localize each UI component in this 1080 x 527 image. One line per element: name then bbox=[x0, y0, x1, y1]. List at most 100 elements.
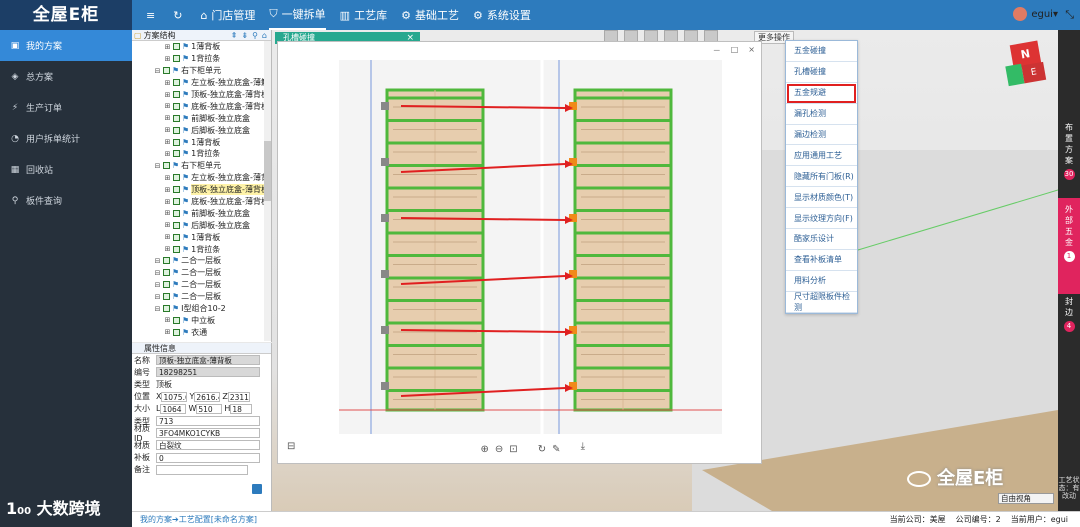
tree-node[interactable]: ⊞ ⚑ 衣通 bbox=[132, 326, 271, 338]
expand-icon[interactable]: ⊞ bbox=[164, 150, 171, 158]
checkbox[interactable] bbox=[173, 43, 180, 51]
expand-icon[interactable]: ⊞ bbox=[164, 209, 171, 217]
checkbox[interactable] bbox=[173, 150, 180, 158]
expand-icon[interactable]: ⊞ bbox=[164, 114, 171, 122]
tree-node[interactable]: ⊟ ⚑ 右下柜单元 bbox=[132, 65, 271, 77]
nav-basic-process[interactable]: ⚙ 基础工艺 bbox=[401, 0, 459, 30]
expand-icon[interactable]: ⊞ bbox=[164, 174, 171, 182]
view-cube[interactable]: N E bbox=[1002, 40, 1048, 87]
expand-icon[interactable]: ⊟ bbox=[154, 305, 161, 313]
tree-scrollbar[interactable] bbox=[264, 41, 271, 341]
edit-icon[interactable]: ✎ bbox=[552, 444, 560, 455]
tree-node[interactable]: ⊟ ⚑ 二合一层板 bbox=[132, 267, 271, 279]
menu-item-0[interactable]: 五金碰撞 bbox=[786, 41, 857, 62]
expand-icon[interactable]: ⊞ bbox=[164, 245, 171, 253]
checkbox[interactable] bbox=[163, 162, 170, 170]
expand-icon[interactable]: ⊟ bbox=[154, 293, 161, 301]
tree-node[interactable]: ⊞ ⚑ 1背拉条 bbox=[132, 243, 271, 255]
expand-icon[interactable]: ⊞ bbox=[164, 126, 171, 134]
right-tab-0[interactable]: 布置方案 30 bbox=[1058, 116, 1080, 186]
menu-item-4[interactable]: 漏边检测 bbox=[786, 125, 857, 146]
checkbox[interactable] bbox=[173, 79, 180, 87]
checkbox[interactable] bbox=[173, 316, 180, 324]
nav-system-settings[interactable]: ⚙ 系统设置 bbox=[473, 0, 531, 30]
sidebar-item-5[interactable]: ⚲ 板件查询 bbox=[0, 185, 132, 216]
menu-item-6[interactable]: 隐藏所有门板(R) bbox=[786, 166, 857, 188]
tree-node[interactable]: ⊞ ⚑ 底板-独立底盒-薄背板 bbox=[132, 100, 271, 112]
tree-node[interactable]: ⊞ ⚑ 1背拉条 bbox=[132, 148, 271, 160]
minimize-icon[interactable]: － bbox=[713, 45, 721, 56]
expand-icon[interactable]: ⊟ bbox=[154, 281, 161, 289]
checkbox[interactable] bbox=[173, 55, 180, 63]
tree-node[interactable]: ⊟ ⚑ 二合一层板 bbox=[132, 291, 271, 303]
view-mode-select[interactable]: 自由视角 bbox=[998, 493, 1054, 504]
nav-process-lib[interactable]: ▥ 工艺库 bbox=[340, 0, 387, 30]
home-icon[interactable]: ⌂ bbox=[262, 31, 267, 40]
save-icon[interactable] bbox=[252, 484, 262, 494]
expand-icon[interactable]: ⊞ bbox=[164, 316, 171, 324]
breadcrumb[interactable]: 我的方案➔工艺配置[未命名方案] bbox=[140, 514, 257, 525]
checkbox[interactable] bbox=[173, 221, 180, 229]
checkbox[interactable] bbox=[173, 126, 180, 134]
nav-refresh[interactable]: ↻ bbox=[173, 0, 186, 30]
tree-node[interactable]: ⊞ ⚑ 1背拉条 bbox=[132, 53, 271, 65]
size-h-input[interactable]: 18 bbox=[230, 403, 253, 414]
tree-node[interactable]: ⊞ ⚑ 底板-独立底盒-薄背板 bbox=[132, 196, 271, 208]
checkbox[interactable] bbox=[163, 293, 170, 301]
checkbox[interactable] bbox=[163, 67, 170, 75]
tree-node[interactable]: ⊟ ⚑ 二合一层板 bbox=[132, 255, 271, 267]
expand-icon[interactable]: ⊞ bbox=[164, 79, 171, 87]
menu-item-8[interactable]: 显示纹理方向(F) bbox=[786, 208, 857, 230]
expand-icon[interactable]: ⊟ bbox=[154, 67, 161, 75]
menu-item-11[interactable]: 用料分析 bbox=[786, 271, 857, 292]
actual-size-icon[interactable]: ⊡ bbox=[509, 444, 517, 455]
checkbox[interactable] bbox=[163, 269, 170, 277]
zoom-out-icon[interactable]: ⊖ bbox=[495, 444, 503, 455]
expand-icon[interactable]: ⊟ bbox=[154, 269, 161, 277]
close-icon[interactable]: × bbox=[748, 45, 755, 56]
tree-node[interactable]: ⊞ ⚑ 中立板 bbox=[132, 314, 271, 326]
tree-node[interactable]: ⊞ ⚑ 顶板-独立底盒-薄背板 bbox=[132, 89, 271, 101]
prop-note-input[interactable] bbox=[156, 464, 248, 475]
tree-node[interactable]: ⊟ ⚑ 右下柜单元 bbox=[132, 160, 271, 172]
sidebar-item-2[interactable]: ⚡ 生产订单 bbox=[0, 92, 132, 123]
checkbox[interactable] bbox=[173, 174, 180, 182]
menu-item-10[interactable]: 查看补板清单 bbox=[786, 250, 857, 271]
expand-icon[interactable]: ⊞ bbox=[164, 186, 171, 194]
right-tab-1[interactable]: 外部五金 1 bbox=[1058, 198, 1080, 294]
collapse-all-icon[interactable]: ⇟ bbox=[241, 31, 248, 40]
nav-one-click-split[interactable]: ⛉ 一键拆单 bbox=[269, 0, 326, 30]
checkbox[interactable] bbox=[173, 102, 180, 110]
menu-item-3[interactable]: 漏孔检测 bbox=[786, 104, 857, 125]
expand-icon[interactable]: ⊞ bbox=[164, 138, 171, 146]
user-menu[interactable]: egui ▾ bbox=[1013, 7, 1058, 21]
expand-icon[interactable]: ⊞ bbox=[164, 55, 171, 63]
menu-item-12[interactable]: 尺寸超限板件检测 bbox=[786, 292, 857, 313]
download-icon[interactable]: ⤓ bbox=[581, 441, 585, 452]
expand-icon[interactable]: ⊞ bbox=[164, 43, 171, 51]
menu-item-9[interactable]: 酷家乐设计 bbox=[786, 229, 857, 250]
fullscreen-icon[interactable]: ⤡ bbox=[1065, 8, 1074, 22]
tree-node[interactable]: ⊞ ⚑ 后脚板-独立底盒 bbox=[132, 219, 271, 231]
expand-all-icon[interactable]: ⇞ bbox=[231, 31, 238, 40]
menu-item-2[interactable]: 五金规避 bbox=[786, 83, 857, 104]
rotate-icon[interactable]: ↻ bbox=[538, 444, 546, 455]
tree-node[interactable]: ⊞ ⚑ 前脚板-独立底盒 bbox=[132, 112, 271, 124]
checkbox[interactable] bbox=[173, 138, 180, 146]
search-icon[interactable]: ⚲ bbox=[252, 31, 258, 40]
prop-kind-value[interactable]: 713 bbox=[156, 416, 260, 427]
size-w-input[interactable]: 510 bbox=[196, 403, 223, 414]
tree-node[interactable]: ⊟ ⚑ 二合一层板 bbox=[132, 279, 271, 291]
sidebar-item-4[interactable]: ▦ 回收站 bbox=[0, 154, 132, 185]
tree-node[interactable]: ⊞ ⚑ 前脚板-独立底盒 bbox=[132, 207, 271, 219]
checkbox[interactable] bbox=[163, 257, 170, 265]
prop-material-value[interactable]: 白裂纹 bbox=[156, 440, 260, 451]
expand-icon[interactable]: ⊞ bbox=[164, 233, 171, 241]
checkbox[interactable] bbox=[173, 198, 180, 206]
menu-item-7[interactable]: 显示材质颜色(T) bbox=[786, 187, 857, 209]
checkbox[interactable] bbox=[163, 281, 170, 289]
tree-node[interactable]: ⊞ ⚑ 后脚板-独立底盒 bbox=[132, 124, 271, 136]
sidebar-item-0[interactable]: ▣ 我的方案 bbox=[0, 30, 132, 61]
menu-item-5[interactable]: 应用通用工艺 bbox=[786, 145, 857, 167]
nav-store-mgmt[interactable]: ⌂ 门店管理 bbox=[200, 0, 255, 30]
